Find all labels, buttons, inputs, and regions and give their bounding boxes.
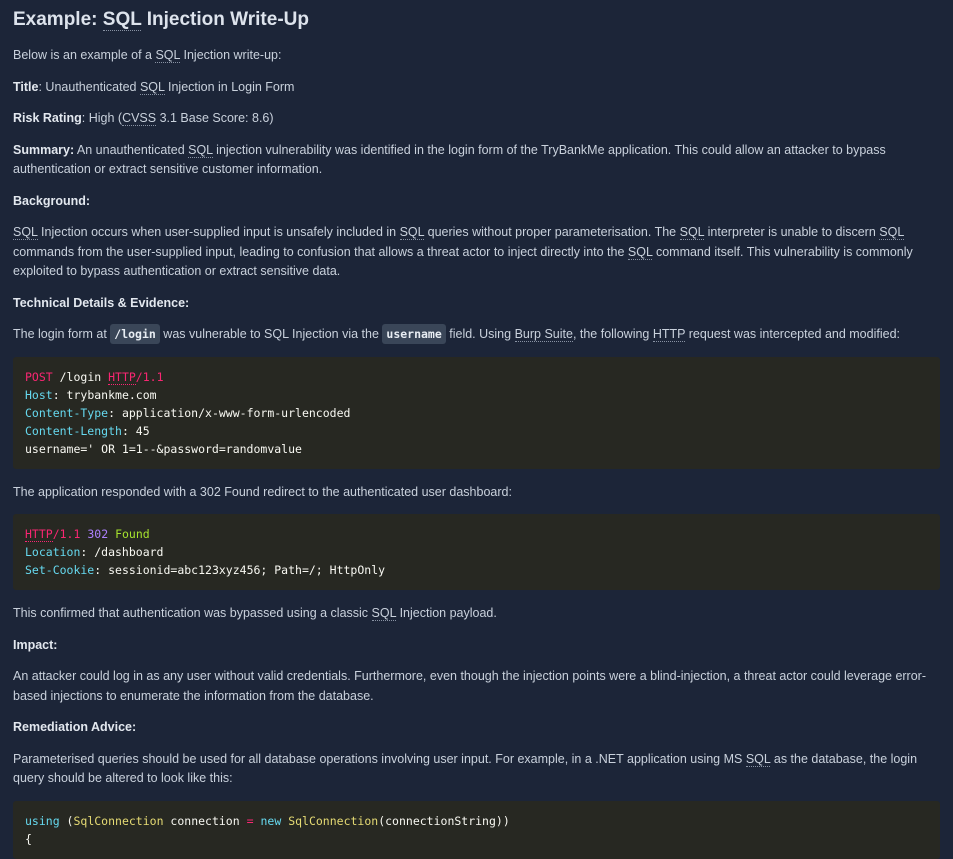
sql-abbr[interactable]: SQL <box>879 225 904 240</box>
page-title: Example: SQL Injection Write-Up <box>13 9 309 31</box>
risk-rating: Risk Rating: High (CVSS 3.1 Base Score: … <box>13 111 274 126</box>
responded-paragraph: The application responded with a 302 Fou… <box>13 484 512 499</box>
summary-paragraph: Summary: An unauthenticated SQL injectio… <box>13 142 886 176</box>
username-code: username <box>382 324 446 344</box>
intro-paragraph: Below is an example of a SQL Injection w… <box>13 48 282 63</box>
http-abbr[interactable]: HTTP <box>108 369 136 385</box>
background-paragraph: SQL Injection occurs when user-supplied … <box>13 225 913 278</box>
burp-suite-abbr[interactable]: Burp Suite <box>514 327 573 342</box>
login-path-code: /login <box>110 324 160 344</box>
sql-abbr[interactable]: SQL <box>188 142 213 158</box>
technical-paragraph: The login form at /login was vulnerable … <box>13 324 940 345</box>
impact-paragraph: An attacker could log in as any user wit… <box>13 669 926 703</box>
sql-abbr[interactable]: SQL <box>627 244 653 260</box>
csharp-code-block: using (SqlConnection connection = new Sq… <box>13 800 940 859</box>
sql-abbr[interactable]: SQL <box>371 606 397 621</box>
http-abbr[interactable]: HTTP <box>652 327 686 342</box>
summary-label: Summary: <box>13 142 75 157</box>
sql-abbr[interactable]: SQL <box>399 225 425 240</box>
title-field: Title: Unauthenticated SQL Injection in … <box>13 79 295 95</box>
http-abbr[interactable]: HTTP <box>25 527 53 542</box>
risk-label: Risk Rating <box>13 111 82 125</box>
impact-heading: Impact: <box>13 637 58 652</box>
sql-abbr[interactable]: SQL <box>102 9 142 31</box>
cvss-abbr[interactable]: CVSS <box>122 111 157 126</box>
sql-abbr[interactable]: SQL <box>679 225 705 240</box>
sql-abbr[interactable]: SQL <box>745 751 771 767</box>
title-label: Title <box>13 79 39 94</box>
sql-abbr[interactable]: SQL <box>155 48 181 63</box>
remediation-heading: Remediation Advice: <box>13 720 137 734</box>
sql-abbr[interactable]: SQL <box>13 225 38 240</box>
confirmed-paragraph: This confirmed that authentication was b… <box>13 606 497 621</box>
http-request-code-block: POST /login HTTP/1.1 Host: trybankme.com… <box>13 356 940 469</box>
sql-abbr[interactable]: SQL <box>139 79 165 95</box>
technical-heading: Technical Details & Evidence: <box>13 295 190 310</box>
background-heading: Background: <box>13 193 91 208</box>
writeup-page: Example: SQL Injection Write-Up Below is… <box>0 0 953 859</box>
remediation-paragraph: Parameterised queries should be used for… <box>13 751 918 785</box>
http-response-code-block: HTTP/1.1 302 Found Location: /dashboard … <box>13 514 940 590</box>
